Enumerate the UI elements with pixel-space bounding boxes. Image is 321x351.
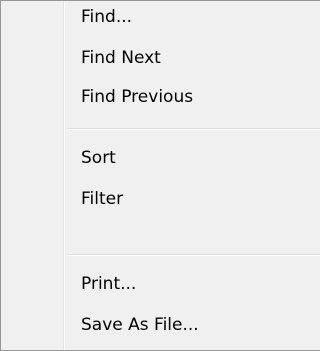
menu-separator bbox=[67, 254, 320, 256]
gutter-divider-highlight bbox=[64, 1, 65, 350]
menu-item-sort[interactable]: Sort bbox=[81, 146, 116, 170]
menu-icon-gutter bbox=[1, 1, 63, 350]
menu-item-find-previous[interactable]: Find Previous bbox=[81, 85, 193, 109]
menu-item-save-as-file[interactable]: Save As File... bbox=[81, 313, 199, 337]
menu-separator bbox=[67, 128, 320, 130]
menu-item-find[interactable]: Find... bbox=[81, 5, 132, 29]
menu-item-find-next[interactable]: Find Next bbox=[81, 46, 161, 70]
menu-item-print[interactable]: Print... bbox=[81, 272, 136, 296]
menu-item-filter[interactable]: Filter bbox=[81, 187, 123, 211]
context-menu: Find... Find Next Find Previous Sort Fil… bbox=[0, 0, 320, 351]
